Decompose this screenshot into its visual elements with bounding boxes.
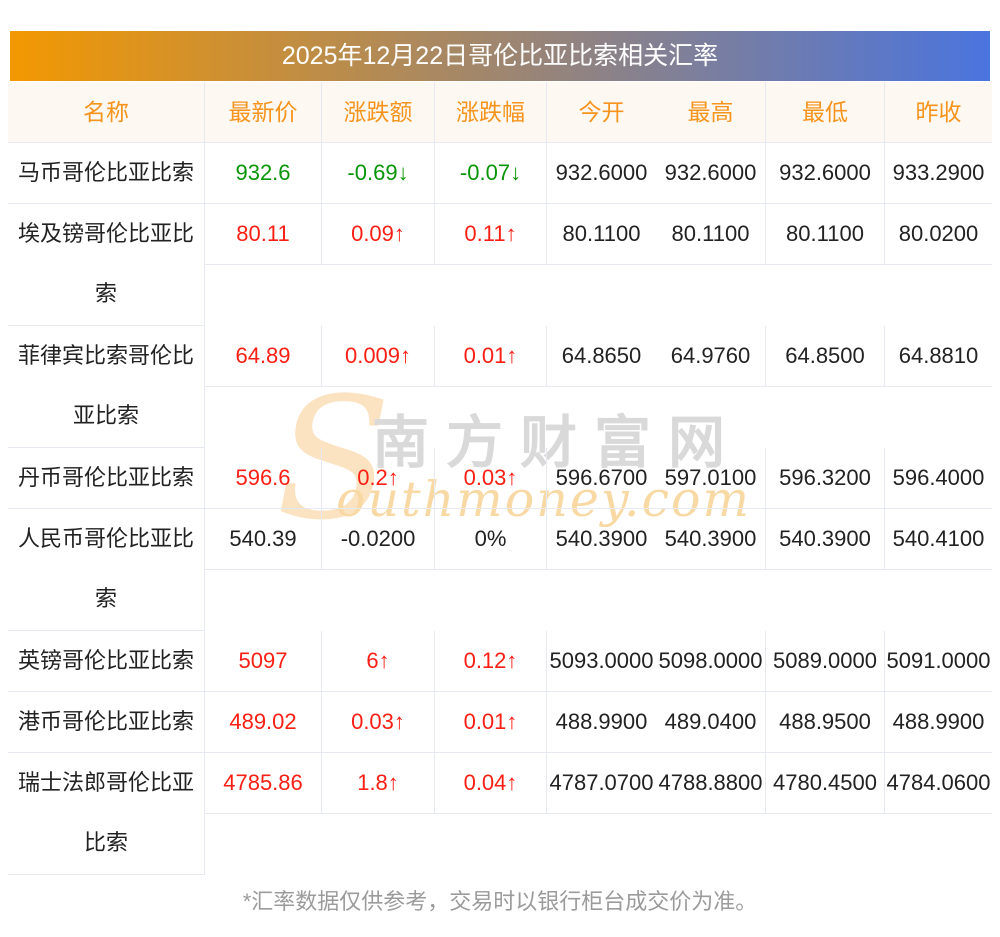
cell-change: 0.09↑ — [321, 204, 434, 265]
cell-change: 1.8↑ — [321, 753, 434, 814]
rates-table: 名称 最新价 涨跌额 涨跌幅 今开 最高 最低 昨收 马币哥伦比亚比索 932.6… — [8, 82, 992, 875]
cell-pct: -0.07↓ — [434, 143, 546, 204]
cell-open: 4787.0700 — [546, 753, 656, 814]
cell-low: 5089.0000 — [765, 631, 884, 692]
table-row: 港币哥伦比亚比索 489.02 0.03↑ 0.01↑ 488.9900 489.0400… — [8, 692, 992, 753]
cell-open: 5093.0000 — [546, 631, 656, 692]
cell-low: 488.9500 — [765, 692, 884, 753]
cell-prev: 540.4100 — [884, 509, 992, 570]
cell-latest: 5097 — [205, 631, 321, 692]
currency-name: 丹币哥伦比亚比索 — [8, 448, 205, 509]
table-body: 马币哥伦比亚比索 932.6 -0.69↓ -0.07↓ 932.6000 932.600… — [8, 143, 992, 875]
table-row: 人民币哥伦比亚比索 540.39 -0.0200 0% 540.3900 540.3900… — [8, 509, 992, 631]
title-banner: 2025年12月22日哥伦比亚比索相关汇率 — [10, 31, 990, 81]
page-title: 2025年12月22日哥伦比亚比索相关汇率 — [281, 42, 719, 70]
currency-name: 港币哥伦比亚比索 — [8, 692, 205, 753]
column-header-open: 今开 — [546, 82, 656, 142]
column-header-prev: 昨收 — [884, 82, 992, 142]
column-header-change: 涨跌额 — [321, 82, 434, 142]
cell-open: 596.6700 — [546, 448, 656, 509]
cell-high: 540.3900 — [656, 509, 765, 570]
cell-open: 80.1100 — [546, 204, 656, 265]
currency-name: 菲律宾比索哥伦比亚比索 — [8, 326, 205, 448]
cell-change: -0.69↓ — [321, 143, 434, 204]
table-row: 英镑哥伦比亚比索 5097 6↑ 0.12↑ 5093.0000 5098.0000 508… — [8, 631, 992, 692]
cell-prev: 488.9900 — [884, 692, 992, 753]
column-header-pct: 涨跌幅 — [434, 82, 546, 142]
cell-change: 0.03↑ — [321, 692, 434, 753]
cell-change: -0.0200 — [321, 509, 434, 570]
cell-open: 932.6000 — [546, 143, 656, 204]
cell-pct: 0.12↑ — [434, 631, 546, 692]
page: 2025年12月22日哥伦比亚比索相关汇率 名称 最新价 涨跌额 涨跌幅 今开 … — [0, 0, 1000, 917]
currency-name: 瑞士法郎哥伦比亚比索 — [8, 753, 205, 875]
currency-name: 人民币哥伦比亚比索 — [8, 509, 205, 631]
table-row: 埃及镑哥伦比亚比索 80.11 0.09↑ 0.11↑ 80.1100 80.1100 80… — [8, 204, 992, 326]
cell-prev: 5091.0000 — [884, 631, 992, 692]
cell-low: 80.1100 — [765, 204, 884, 265]
cell-change: 0.009↑ — [321, 326, 434, 387]
cell-latest: 64.89 — [205, 326, 321, 387]
cell-latest: 4785.86 — [205, 753, 321, 814]
cell-prev: 596.4000 — [884, 448, 992, 509]
cell-high: 80.1100 — [656, 204, 765, 265]
cell-prev: 933.2900 — [884, 143, 992, 204]
cell-latest: 596.6 — [205, 448, 321, 509]
cell-pct: 0% — [434, 509, 546, 570]
cell-prev: 4784.0600 — [884, 753, 992, 814]
currency-name: 英镑哥伦比亚比索 — [8, 631, 205, 692]
cell-high: 4788.8800 — [656, 753, 765, 814]
table-row: 马币哥伦比亚比索 932.6 -0.69↓ -0.07↓ 932.6000 932.600… — [8, 143, 992, 204]
cell-prev: 64.8810 — [884, 326, 992, 387]
cell-high: 489.0400 — [656, 692, 765, 753]
cell-open: 488.9900 — [546, 692, 656, 753]
cell-prev: 80.0200 — [884, 204, 992, 265]
cell-change: 0.2↑ — [321, 448, 434, 509]
cell-low: 596.3200 — [765, 448, 884, 509]
cell-latest: 489.02 — [205, 692, 321, 753]
column-header-name: 名称 — [8, 82, 205, 142]
column-header-low: 最低 — [765, 82, 884, 142]
cell-low: 540.3900 — [765, 509, 884, 570]
cell-low: 4780.4500 — [765, 753, 884, 814]
column-header-high: 最高 — [687, 99, 734, 125]
table-header-row: 名称 最新价 涨跌额 涨跌幅 今开 最高 最低 昨收 — [8, 82, 992, 143]
column-header-latest: 最新价 — [228, 99, 298, 125]
cell-latest: 80.11 — [205, 204, 321, 265]
table-row: 菲律宾比索哥伦比亚比索 64.89 0.009↑ 0.01↑ 64.8650 64.976… — [8, 326, 992, 448]
cell-pct: 0.01↑ — [434, 692, 546, 753]
cell-low: 64.8500 — [765, 326, 884, 387]
cell-pct: 0.04↑ — [434, 753, 546, 814]
table-row: 丹币哥伦比亚比索 596.6 0.2↑ 0.03↑ 596.6700 597.0100 59… — [8, 448, 992, 509]
cell-open: 540.3900 — [546, 509, 656, 570]
cell-latest: 540.39 — [205, 509, 321, 570]
cell-low: 932.6000 — [765, 143, 884, 204]
cell-change: 6↑ — [321, 631, 434, 692]
cell-latest: 932.6 — [205, 143, 321, 204]
cell-pct: 0.03↑ — [434, 448, 546, 509]
currency-name: 马币哥伦比亚比索 — [8, 143, 205, 204]
cell-high: 5098.0000 — [656, 631, 765, 692]
cell-pct: 0.01↑ — [434, 326, 546, 387]
cell-pct: 0.11↑ — [434, 204, 546, 265]
cell-high: 597.0100 — [656, 448, 765, 509]
currency-name: 埃及镑哥伦比亚比索 — [8, 204, 205, 326]
cell-high: 64.9760 — [656, 326, 765, 387]
cell-open: 64.8650 — [546, 326, 656, 387]
cell-high: 932.6000 — [656, 143, 765, 204]
table-row: 瑞士法郎哥伦比亚比索 4785.86 1.8↑ 0.04↑ 4787.0700 4788.… — [8, 753, 992, 875]
footnote: *汇率数据仅供参考，交易时以银行柜台成交价为准。 — [242, 889, 758, 914]
